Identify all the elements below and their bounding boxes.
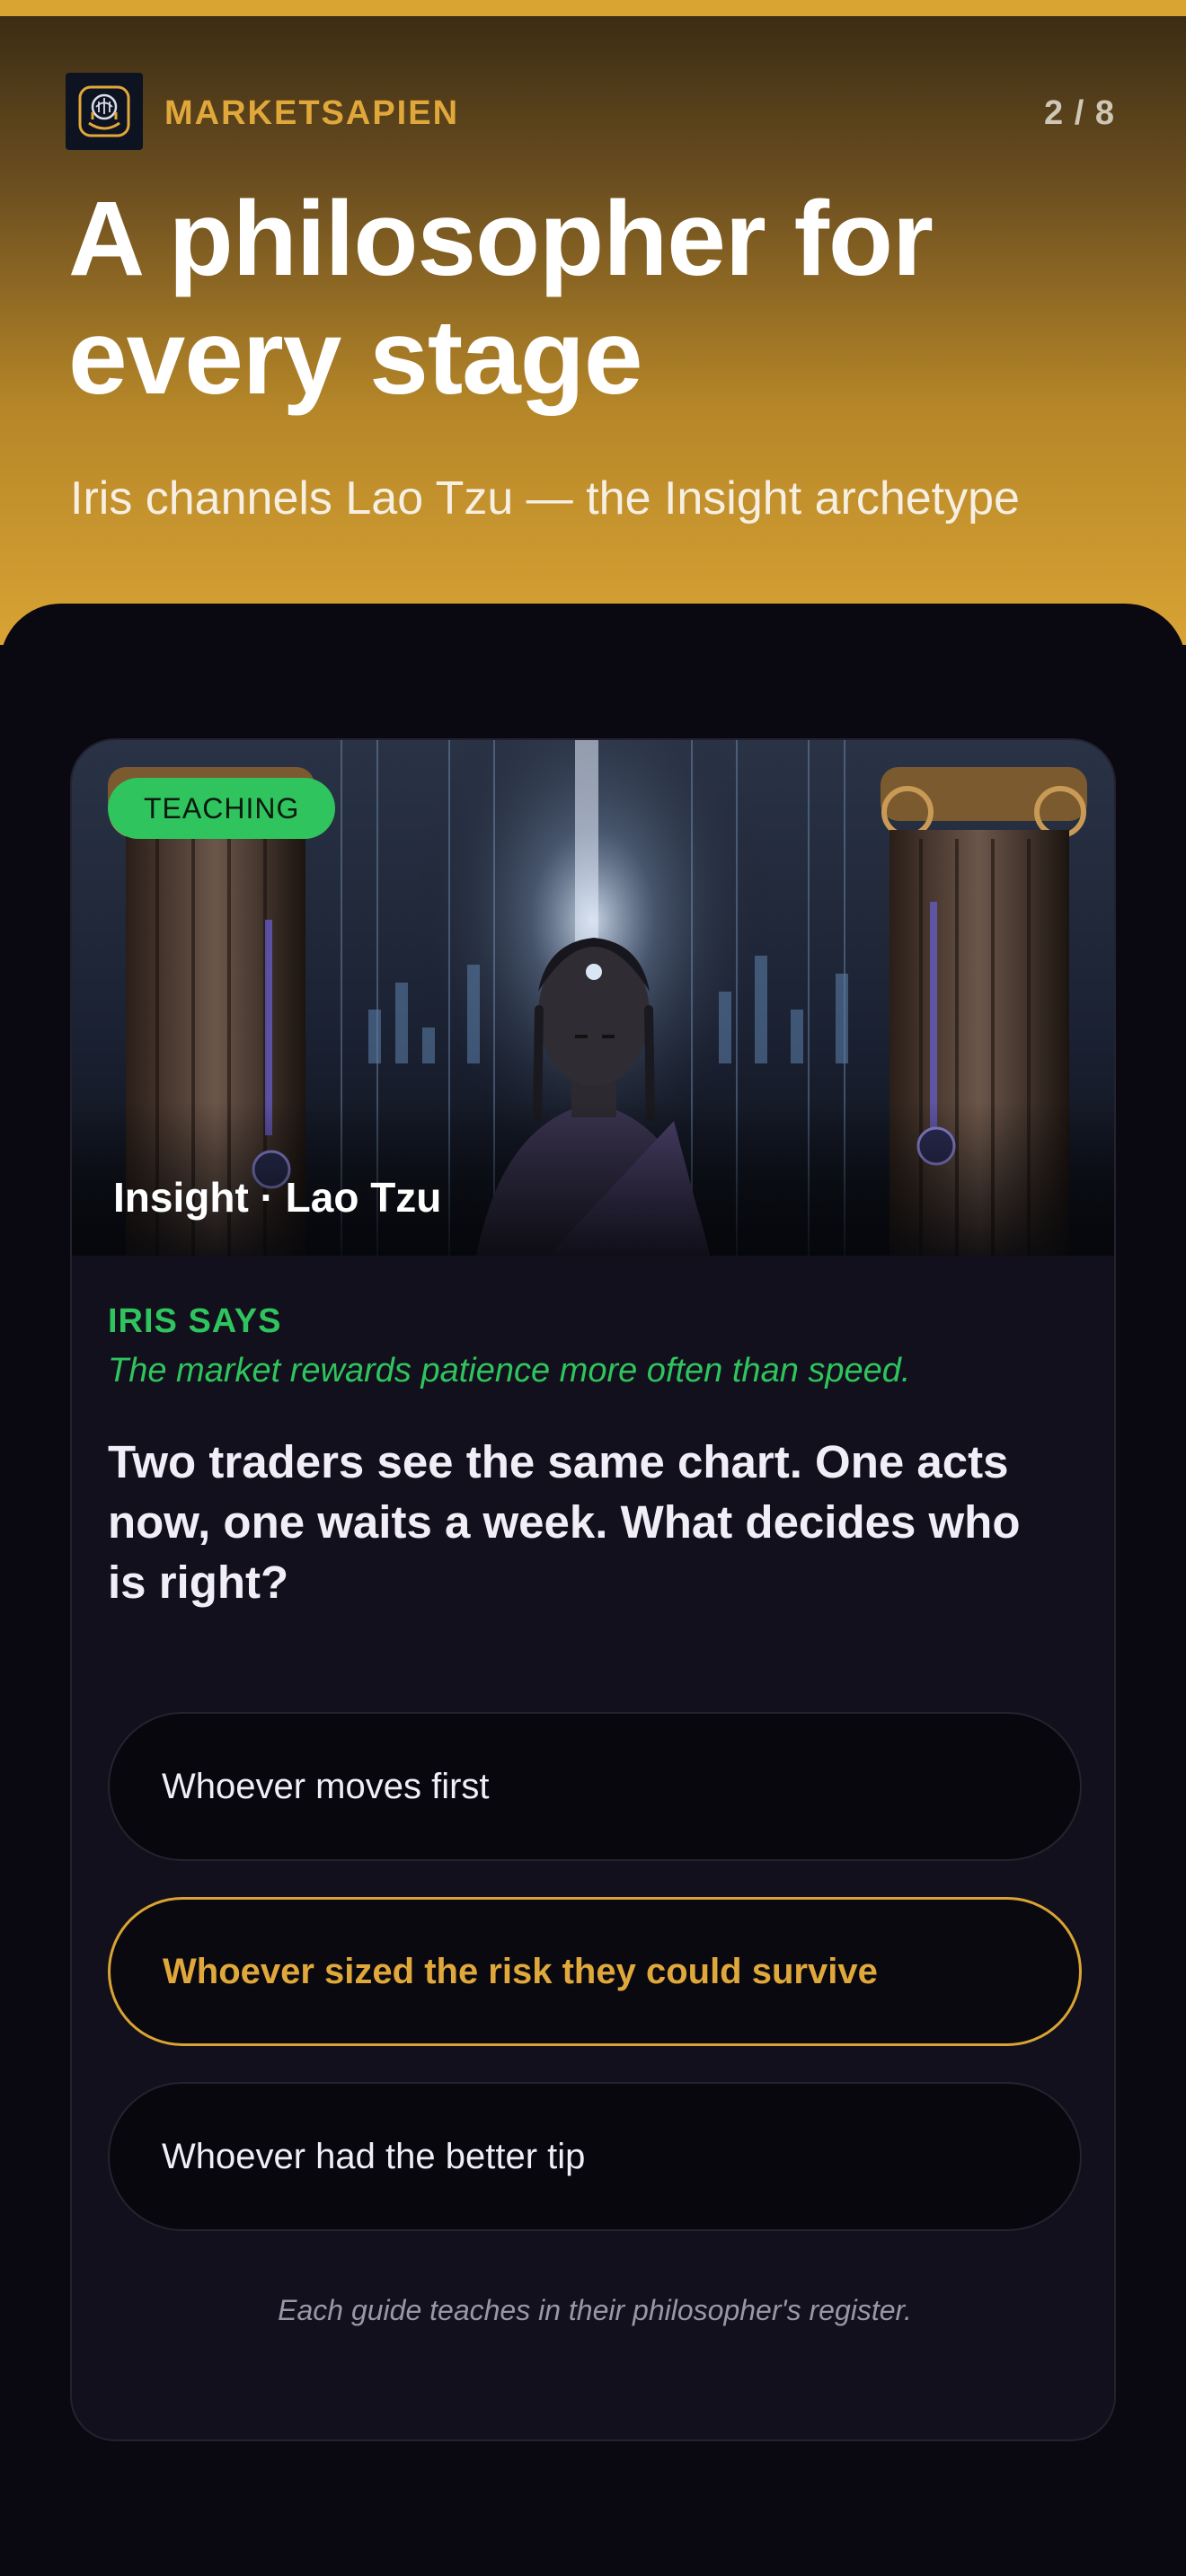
speaker-quote: The market rewards patience more often t… <box>108 1352 911 1389</box>
top-accent-bar <box>0 0 1186 16</box>
footer-note: Each guide teaches in their philosopher'… <box>278 2294 912 2326</box>
answer-option-1[interactable]: Whoever moves first <box>108 1712 1082 1861</box>
philosopher-illustration: TEACHING Insight · Lao Tzu <box>72 740 1114 1256</box>
page-subtitle: Iris channels Lao Tzu — the Insight arch… <box>70 472 1020 525</box>
speaker-label: IRIS SAYS <box>108 1302 282 1340</box>
answer-option-label: Whoever moves first <box>162 1766 490 1806</box>
answer-option-label: Whoever sized the risk they could surviv… <box>163 1951 878 1991</box>
step-counter: 2 / 8 <box>1044 94 1115 132</box>
page-title: A philosopher for every stage <box>68 180 934 417</box>
question-text: Two traders see the same chart. One acts… <box>108 1436 1021 1608</box>
teaching-badge: TEACHING <box>108 778 336 839</box>
answer-option-2[interactable]: Whoever sized the risk they could surviv… <box>108 1897 1082 2046</box>
image-caption: Insight · Lao Tzu <box>113 1174 442 1221</box>
app-logo <box>66 73 143 150</box>
answer-option-label: Whoever had the better tip <box>162 2136 586 2176</box>
answer-option-3[interactable]: Whoever had the better tip <box>108 2082 1082 2231</box>
brain-hand-icon <box>78 85 130 137</box>
lesson-card: TEACHING Insight · Lao Tzu IRIS SAYS The… <box>70 738 1116 2441</box>
brand-name: MARKETSAPIEN <box>164 94 460 132</box>
